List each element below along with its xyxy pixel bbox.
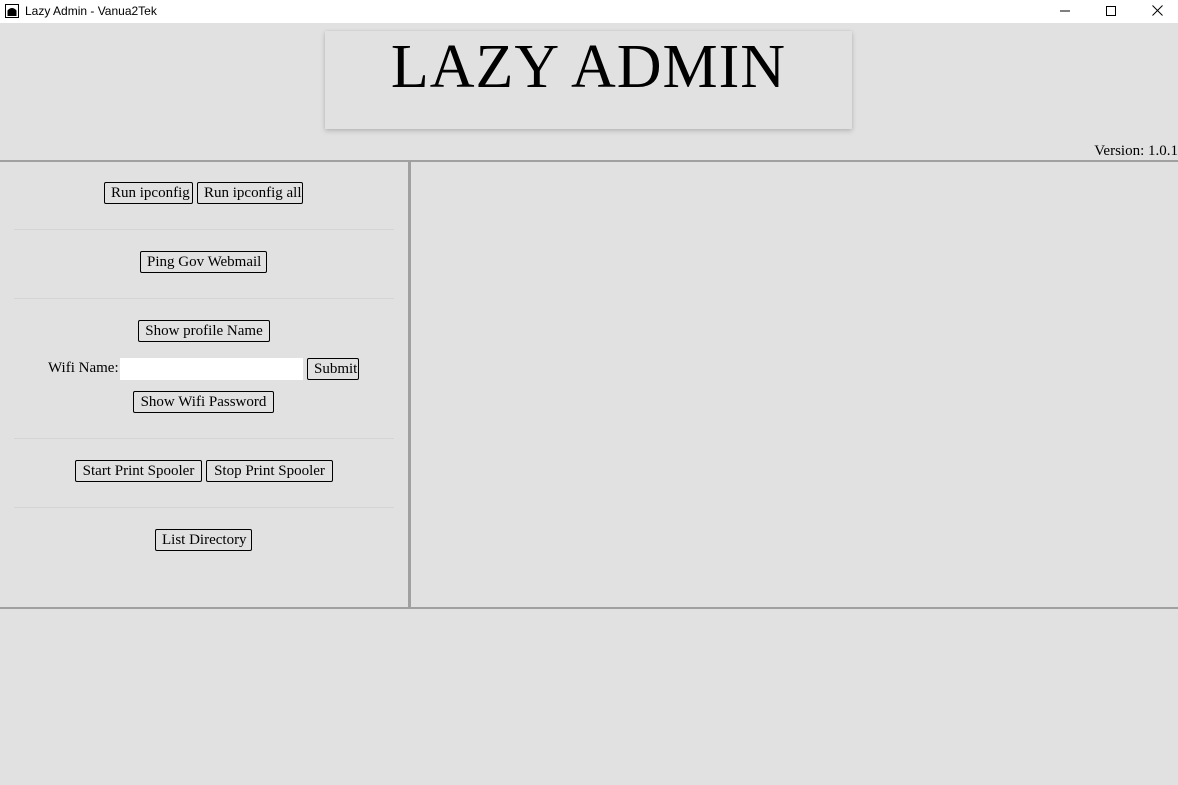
header-logo-panel: LAZY ADMIN [325,31,852,129]
maximize-button[interactable] [1088,0,1134,23]
run-ipconfig-button[interactable]: Run ipconfig [104,182,193,204]
output-panel[interactable] [411,162,1178,607]
section-separator [14,438,394,439]
version-label: Version: 1.0.1 [1094,143,1178,159]
start-print-spooler-button[interactable]: Start Print Spooler [75,460,202,482]
show-profile-name-button[interactable]: Show profile Name [138,320,270,342]
app-logo-title: LAZY ADMIN [390,33,787,101]
bottom-area [0,609,1178,785]
close-icon [1151,3,1163,21]
wifi-name-input[interactable] [120,358,303,380]
show-wifi-password-button[interactable]: Show Wifi Password [133,391,274,413]
section-separator [14,507,394,508]
control-panel: Run ipconfig Run ipconfig all Ping Gov W… [0,162,408,607]
window-titlebar[interactable]: Lazy Admin - Vanua2Tek [0,0,1178,23]
window-title: Lazy Admin - Vanua2Tek [25,4,157,18]
run-ipconfig-all-button[interactable]: Run ipconfig all [197,182,303,204]
minimize-icon [1060,3,1070,21]
maximize-icon [1106,3,1116,21]
list-directory-button[interactable]: List Directory [155,529,252,551]
close-button[interactable] [1134,0,1178,23]
section-separator [14,298,394,299]
stop-print-spooler-button[interactable]: Stop Print Spooler [206,460,333,482]
section-separator [14,229,394,230]
wifi-name-label: Wifi Name: [48,360,119,376]
minimize-button[interactable] [1042,0,1088,23]
app-icon [5,4,19,18]
ping-gov-webmail-button[interactable]: Ping Gov Webmail [140,251,267,273]
submit-button[interactable]: Submit [307,358,359,380]
